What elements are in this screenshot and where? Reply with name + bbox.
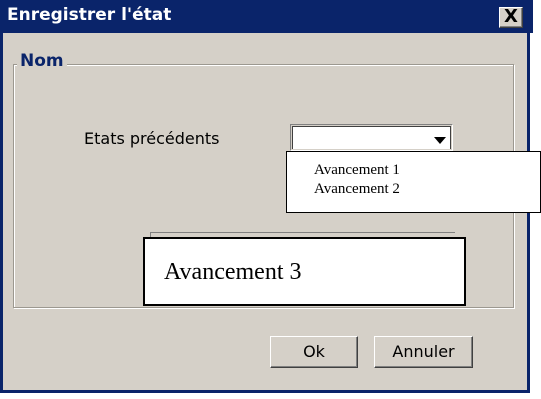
window-title: Enregistrer l'état [7, 5, 172, 25]
title-bar[interactable]: Enregistrer l'état X [3, 0, 533, 33]
close-icon: X [504, 6, 518, 27]
annotation-callout: Avancement 3 [143, 237, 466, 306]
states-dropdown-list[interactable]: Avancement 1 Avancement 2 [286, 151, 541, 213]
previous-states-combobox[interactable] [290, 124, 453, 151]
group-legend: Nom [17, 51, 67, 71]
dropdown-option[interactable]: Avancement 1 [314, 161, 540, 180]
previous-states-label: Etats précédents [84, 129, 220, 148]
ok-button[interactable]: Ok [270, 336, 358, 368]
combobox-field[interactable] [292, 126, 451, 149]
cancel-button[interactable]: Annuler [374, 336, 473, 368]
callout-text: Avancement 3 [164, 259, 302, 285]
dropdown-option[interactable]: Avancement 2 [314, 180, 540, 199]
chevron-down-icon[interactable] [434, 137, 446, 144]
close-button[interactable]: X [499, 7, 523, 28]
